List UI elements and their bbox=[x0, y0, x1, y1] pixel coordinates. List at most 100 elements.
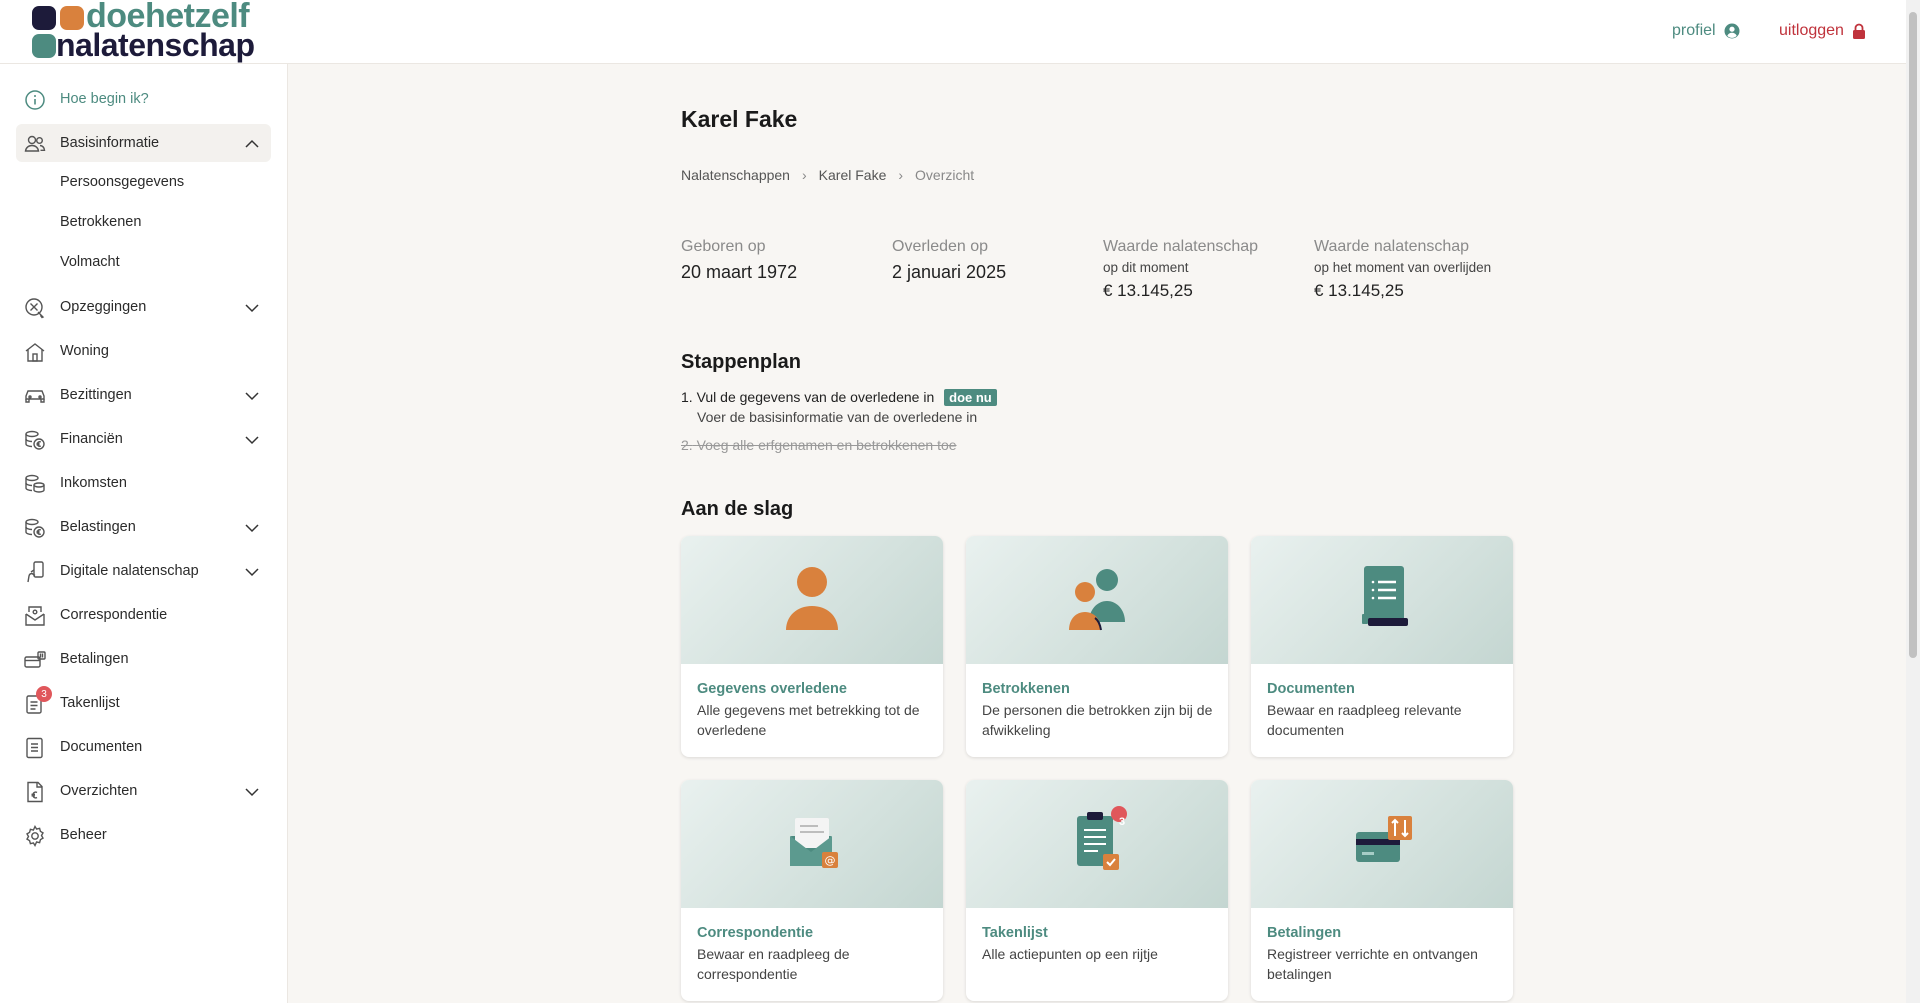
people-icon bbox=[24, 135, 46, 152]
sidebar-item-bezittingen[interactable]: Bezittingen bbox=[16, 376, 271, 414]
payment-icon bbox=[24, 651, 46, 668]
sidebar-item-label: Correspondentie bbox=[60, 607, 168, 623]
info-icon bbox=[25, 90, 45, 110]
sidebar-item-label: Financiën bbox=[60, 431, 123, 447]
card-title: Takenlijst bbox=[982, 925, 1048, 941]
chevron-down-icon[interactable] bbox=[244, 784, 260, 800]
takenlijst-badge: 3 bbox=[1118, 816, 1126, 828]
sidebar-subitem-betrokkenen[interactable]: Betrokkenen bbox=[60, 214, 141, 230]
gear-icon bbox=[26, 825, 44, 847]
cancel-icon bbox=[25, 298, 45, 319]
card-documenten[interactable]: Documenten Bewaar en raadpleeg relevante… bbox=[1251, 536, 1513, 757]
sidebar-item-basisinformatie[interactable]: Basisinformatie bbox=[16, 124, 271, 162]
stat-value: € 13.145,25 bbox=[1314, 281, 1404, 300]
house-icon bbox=[25, 343, 45, 362]
card-title: Documenten bbox=[1267, 681, 1355, 697]
envelope-icon: @ bbox=[790, 818, 838, 868]
lock-icon bbox=[1852, 23, 1865, 39]
sidebar-item-documenten[interactable]: Documenten bbox=[16, 728, 271, 766]
stappenplan-title: Stappenplan bbox=[681, 351, 802, 373]
sidebar-subitem-persoonsgegevens[interactable]: Persoonsgegevens bbox=[60, 174, 184, 190]
chevron-down-icon[interactable] bbox=[244, 564, 260, 580]
sidebar-item-inkomsten[interactable]: Inkomsten bbox=[16, 464, 271, 502]
card-betalingen[interactable]: Betalingen Registreer verrichte en ontva… bbox=[1251, 780, 1513, 1001]
sidebar-item-label: Opzeggingen bbox=[60, 299, 147, 315]
step-1-subtext: Voer de basisinformatie van de overleden… bbox=[697, 409, 978, 425]
card-title: Betalingen bbox=[1267, 925, 1342, 941]
stat-value: € 13.145,25 bbox=[1103, 281, 1193, 300]
sidebar-item-takenlijst[interactable]: 3 Takenlijst bbox=[16, 684, 271, 722]
step-text: Vul de gegevens van de overledene in bbox=[696, 389, 935, 405]
sidebar-item-belastingen[interactable]: Belastingen bbox=[16, 508, 271, 546]
card-takenlijst[interactable]: 3 Takenlijst Alle actiepunten op een rij… bbox=[966, 780, 1228, 1001]
card-illustration: @ bbox=[681, 780, 943, 908]
step-number: 2. bbox=[681, 437, 693, 453]
tax-coins-icon bbox=[25, 518, 45, 538]
stat-sublabel: op het moment van overlijden bbox=[1314, 260, 1492, 275]
logo-text-line2: nalatenschap bbox=[56, 27, 255, 63]
logout-link[interactable]: uitloggen bbox=[1779, 22, 1866, 40]
chevron-down-icon[interactable] bbox=[244, 300, 260, 316]
coins-euro-icon bbox=[25, 430, 45, 450]
card-correspondentie[interactable]: @ Correspondentie Bewaar en raadpleeg de… bbox=[681, 780, 943, 1001]
sidebar-item-betalingen[interactable]: Betalingen bbox=[16, 640, 271, 678]
sidebar-item-label: Digitale nalatenschap bbox=[60, 563, 199, 579]
sidebar-item-label: Overzichten bbox=[60, 783, 138, 799]
sidebar-item-label: Documenten bbox=[60, 739, 143, 755]
sidebar-item-beheer[interactable]: Beheer bbox=[16, 816, 271, 854]
profile-link[interactable]: profiel bbox=[1672, 22, 1740, 40]
chevron-down-icon[interactable] bbox=[244, 520, 260, 536]
card-gegevens-overledene[interactable]: Gegevens overledene Alle gegevens met be… bbox=[681, 536, 943, 757]
breadcrumb-separator-icon: › bbox=[898, 167, 904, 183]
card-illustration bbox=[1251, 780, 1513, 908]
card-description: Bewaar en raadpleeg relevante documenten bbox=[1267, 702, 1462, 738]
chevron-up-icon[interactable] bbox=[244, 136, 260, 152]
sidebar-item-label: Belastingen bbox=[60, 519, 136, 535]
logo-square-dark bbox=[32, 6, 56, 30]
stat-overleden: Overleden op 2 januari 2025 bbox=[892, 238, 1102, 283]
sidebar-item-label: Bezittingen bbox=[60, 387, 132, 403]
doe-nu-button[interactable]: doe nu bbox=[944, 389, 997, 406]
sidebar-item-woning[interactable]: Woning bbox=[16, 332, 271, 370]
phone-hand-icon bbox=[27, 561, 44, 583]
sidebar-item-label: Beheer bbox=[60, 827, 107, 843]
breadcrumb-item[interactable]: Nalatenschappen bbox=[681, 167, 790, 183]
sidebar-nav: Hoe begin ik? Basisinformatie Persoonsge… bbox=[0, 64, 288, 1003]
breadcrumb-item[interactable]: Karel Fake bbox=[819, 167, 887, 183]
sidebar-item-hoe-begin-ik[interactable]: Hoe begin ik? bbox=[16, 80, 271, 118]
scrollbar-thumb[interactable] bbox=[1909, 12, 1917, 658]
document-icon bbox=[26, 737, 43, 759]
card-betrokkenen[interactable]: Betrokkenen De personen die betrokken zi… bbox=[966, 536, 1228, 757]
card-illustration: 3 bbox=[966, 780, 1228, 908]
people-icon bbox=[1069, 569, 1125, 631]
page-scrollbar[interactable] bbox=[1906, 0, 1920, 1003]
step-1: 1. Vul de gegevens van de overledene in … bbox=[681, 389, 997, 406]
chevron-down-icon[interactable] bbox=[244, 388, 260, 404]
card-illustration bbox=[681, 536, 943, 664]
stat-label: Geboren op bbox=[681, 238, 766, 255]
sidebar-item-label: Betalingen bbox=[60, 651, 129, 667]
breadcrumb-separator-icon: › bbox=[801, 167, 807, 183]
sidebar-item-overzichten[interactable]: Overzichten bbox=[16, 772, 271, 810]
sidebar-item-opzeggingen[interactable]: Opzeggingen bbox=[16, 288, 271, 326]
card-transfer-icon bbox=[1356, 816, 1412, 862]
sidebar-item-financien[interactable]: Financiën bbox=[16, 420, 271, 458]
document-icon bbox=[1362, 566, 1408, 626]
mail-icon bbox=[25, 606, 45, 626]
sidebar-item-label: Hoe begin ik? bbox=[60, 91, 149, 107]
stat-value: 20 maart 1972 bbox=[681, 262, 798, 282]
stat-value: 2 januari 2025 bbox=[892, 262, 1007, 282]
svg-text:@: @ bbox=[825, 854, 836, 867]
stat-label: Overleden op bbox=[892, 238, 989, 255]
card-description: Alle actiepunten op een rijtje bbox=[982, 946, 1158, 962]
page-title: Karel Fake bbox=[681, 106, 798, 132]
brand-logo[interactable]: doehetzelf nalatenschap bbox=[30, 0, 260, 63]
profile-label: profiel bbox=[1672, 22, 1716, 39]
chevron-down-icon[interactable] bbox=[244, 432, 260, 448]
logo-square-green bbox=[32, 34, 56, 58]
card-description: Registreer verrichte en ontvangen betali… bbox=[1267, 946, 1478, 982]
sidebar-item-digitale-nalatenschap[interactable]: Digitale nalatenschap bbox=[16, 552, 271, 590]
sidebar-item-correspondentie[interactable]: Correspondentie bbox=[16, 596, 271, 634]
sidebar-subitem-volmacht[interactable]: Volmacht bbox=[60, 254, 120, 270]
card-illustration bbox=[1251, 536, 1513, 664]
